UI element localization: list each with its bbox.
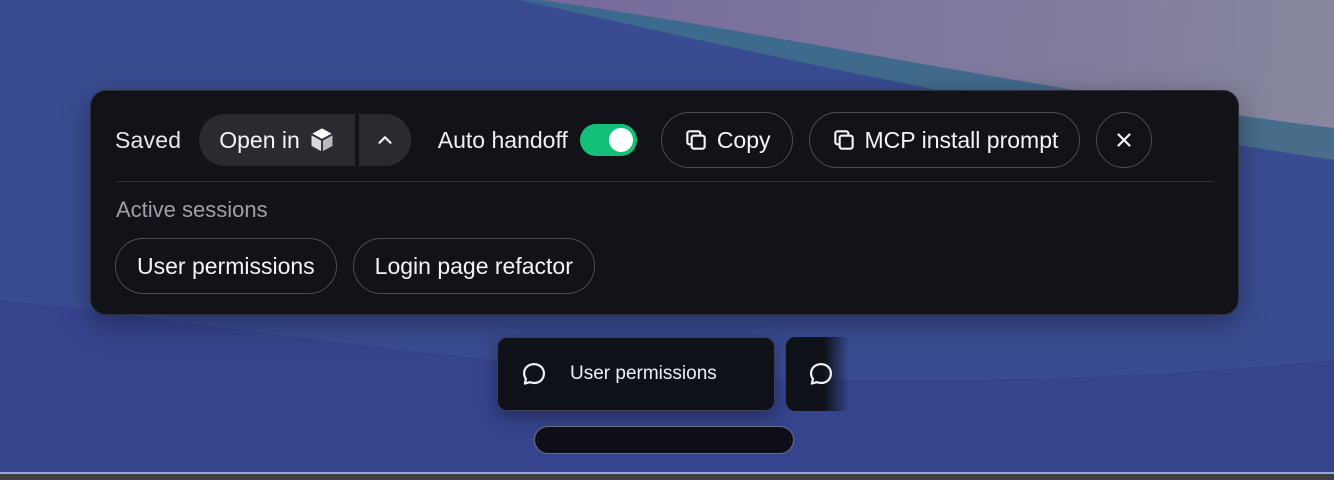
dock-session-card-partial[interactable] bbox=[785, 337, 849, 411]
copy-label: Copy bbox=[716, 126, 771, 153]
dock-bar[interactable] bbox=[534, 426, 794, 454]
open-in-split-button: Open in bbox=[199, 114, 411, 166]
panel-divider bbox=[115, 181, 1214, 182]
mcp-install-prompt-button[interactable]: MCP install prompt bbox=[808, 112, 1081, 168]
mcp-label: MCP install prompt bbox=[864, 126, 1059, 153]
session-list: User permissions Login page refactor bbox=[115, 238, 595, 294]
chat-bubble-icon bbox=[520, 360, 548, 388]
saved-status: Saved bbox=[115, 126, 182, 153]
dock-session-card[interactable]: User permissions bbox=[497, 337, 775, 411]
close-button[interactable] bbox=[1096, 112, 1153, 168]
active-sessions-heading: Active sessions bbox=[116, 197, 268, 222]
taskbar-edge bbox=[0, 472, 1334, 480]
toggle-knob bbox=[608, 128, 633, 152]
auto-handoff-toggle[interactable] bbox=[579, 124, 637, 156]
session-pill[interactable]: Login page refactor bbox=[352, 238, 595, 294]
close-icon bbox=[1113, 129, 1135, 151]
session-pill[interactable]: User permissions bbox=[115, 238, 337, 294]
chevron-up-icon bbox=[374, 129, 396, 151]
open-in-menu-button[interactable] bbox=[358, 114, 411, 166]
copy-icon bbox=[831, 127, 857, 153]
open-in-button[interactable]: Open in bbox=[199, 114, 355, 166]
open-in-label: Open in bbox=[219, 126, 300, 153]
copy-icon bbox=[683, 127, 709, 153]
auto-handoff-label: Auto handoff bbox=[437, 126, 568, 153]
chat-bubble-icon bbox=[807, 360, 835, 388]
dock-card-label: User permissions bbox=[570, 363, 717, 384]
cube-icon bbox=[308, 126, 336, 154]
toolbar-row: Saved Open in Auto handoff Copy MCP inst… bbox=[115, 112, 1214, 168]
handoff-panel: Saved Open in Auto handoff Copy MCP inst… bbox=[90, 90, 1239, 315]
copy-button[interactable]: Copy bbox=[660, 112, 793, 168]
